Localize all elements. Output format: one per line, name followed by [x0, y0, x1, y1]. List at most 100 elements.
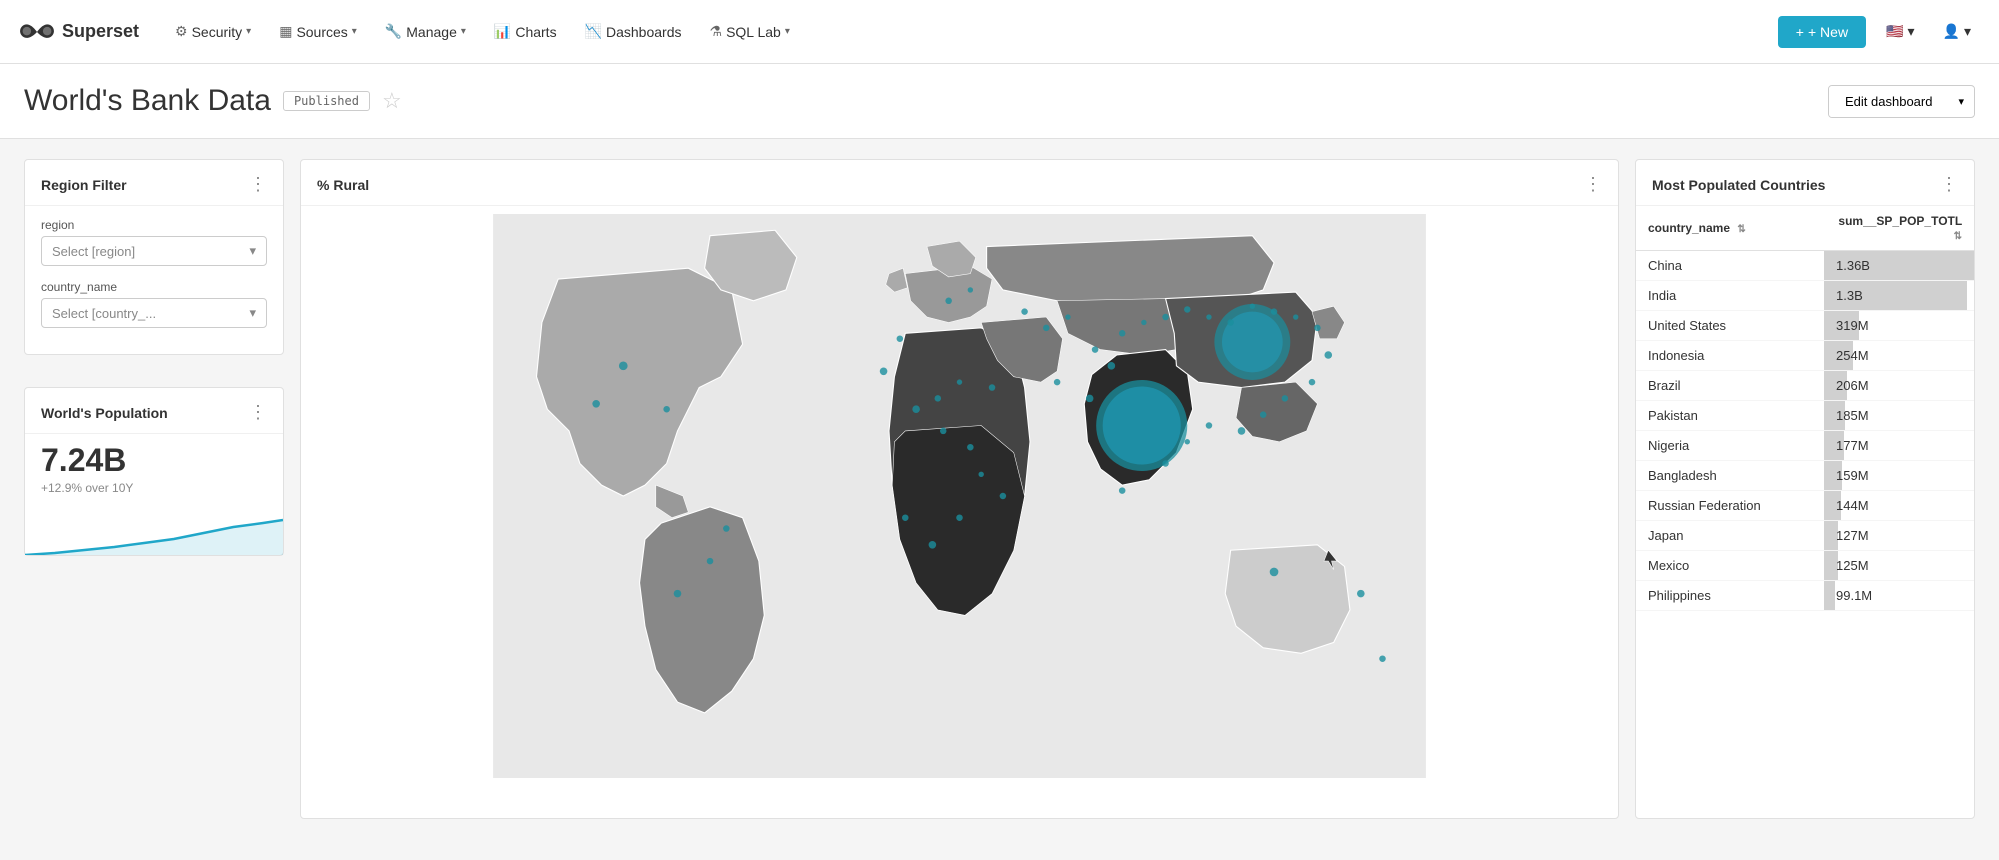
- population-value-cell: 185M: [1824, 401, 1974, 431]
- population-value: 254M: [1836, 348, 1869, 363]
- population-panel: World's Population ⋮ 7.24B +12.9% over 1…: [24, 387, 284, 556]
- security-chevron-icon: ▾: [246, 26, 251, 37]
- sqllab-icon: ⚗: [710, 23, 723, 40]
- population-value: 159M: [1836, 468, 1869, 483]
- sources-icon: ▦: [279, 23, 292, 40]
- brand-name: Superset: [62, 21, 139, 42]
- nav-item-dashboards[interactable]: 📉 Dashboards: [573, 15, 694, 48]
- sparkline-svg: [25, 505, 283, 555]
- language-selector[interactable]: 🇺🇸 ▾: [1878, 19, 1922, 44]
- flag-icon: 🇺🇸: [1886, 23, 1903, 40]
- country-select-value: Select [country_...: [52, 306, 156, 321]
- table-row: United States 319M: [1636, 311, 1974, 341]
- col-population-sort-icon: ⇅: [1954, 231, 1962, 242]
- population-value-cell: 125M: [1824, 551, 1974, 581]
- country-select-chevron-icon: ▾: [249, 305, 256, 321]
- edit-dashboard-button[interactable]: Edit dashboard: [1829, 86, 1948, 117]
- manage-icon: 🔧: [385, 23, 402, 40]
- user-menu[interactable]: 👤 ▾: [1935, 19, 1979, 44]
- edit-dashboard-dropdown-button[interactable]: ▾: [1948, 87, 1974, 116]
- population-value: 1.36B: [1836, 258, 1870, 273]
- nav-item-manage[interactable]: 🔧 Manage ▾: [373, 15, 478, 48]
- region-select[interactable]: Select [region] ▾: [41, 236, 267, 266]
- dashboards-icon: 📉: [585, 23, 602, 40]
- table-row: Japan 127M: [1636, 521, 1974, 551]
- table-row: India 1.3B: [1636, 281, 1974, 311]
- region-filter-menu-icon[interactable]: ⋮: [249, 174, 267, 195]
- brand-logo-link[interactable]: Superset: [20, 21, 139, 43]
- country-name-cell: Japan: [1636, 521, 1824, 551]
- table-panel: Most Populated Countries ⋮ country_name …: [1635, 159, 1975, 819]
- table-header: Most Populated Countries ⋮: [1636, 160, 1974, 206]
- population-value: 144M: [1836, 498, 1869, 513]
- user-icon: 👤: [1943, 23, 1960, 40]
- left-column: Region Filter ⋮ region Select [region] ▾…: [24, 159, 284, 819]
- nav-sqllab-label: SQL Lab: [726, 24, 781, 40]
- region-select-chevron-icon: ▾: [249, 243, 256, 259]
- population-value-cell: 99.1M: [1824, 581, 1974, 611]
- dashboard-title-area: World's Bank Data Published ☆: [24, 84, 402, 118]
- country-label: country_name: [41, 280, 267, 294]
- population-value: 1.3B: [1836, 288, 1863, 303]
- brand-logo-icon: [20, 21, 54, 43]
- population-value: 125M: [1836, 558, 1869, 573]
- population-menu-icon[interactable]: ⋮: [249, 402, 267, 423]
- country-select[interactable]: Select [country_... ▾: [41, 298, 267, 328]
- sqllab-chevron-icon: ▾: [785, 26, 790, 37]
- main-content: Region Filter ⋮ region Select [region] ▾…: [0, 139, 1999, 839]
- charts-icon: 📊: [494, 23, 511, 40]
- nav-manage-label: Manage: [406, 24, 457, 40]
- country-name-cell: Indonesia: [1636, 341, 1824, 371]
- region-label: region: [41, 218, 267, 232]
- country-name-cell: India: [1636, 281, 1824, 311]
- table-row: Bangladesh 159M: [1636, 461, 1974, 491]
- table-row: Mexico 125M: [1636, 551, 1974, 581]
- nav-item-charts[interactable]: 📊 Charts: [482, 15, 569, 48]
- favorite-star-icon[interactable]: ☆: [382, 88, 402, 114]
- population-value-cell: 144M: [1824, 491, 1974, 521]
- new-button[interactable]: + + New: [1778, 16, 1866, 48]
- navbar-right: + + New 🇺🇸 ▾ 👤 ▾: [1778, 16, 1979, 48]
- population-value-cell: 319M: [1824, 311, 1974, 341]
- table-body: country_name ⇅ sum__SP_POP_TOTL ⇅ China …: [1636, 206, 1974, 611]
- table-rows: China 1.36B India 1.3B United States 319…: [1636, 251, 1974, 611]
- nav-sources-label: Sources: [296, 24, 347, 40]
- map-panel: % Rural ⋮: [300, 159, 1619, 819]
- country-name-cell: Brazil: [1636, 371, 1824, 401]
- map-menu-icon[interactable]: ⋮: [1584, 174, 1602, 195]
- population-value-cell: 1.36B: [1824, 251, 1974, 281]
- nav-dashboards-label: Dashboards: [606, 24, 682, 40]
- col-country-label: country_name: [1648, 221, 1730, 235]
- col-country-header[interactable]: country_name ⇅: [1636, 206, 1824, 251]
- population-value: 206M: [1836, 378, 1869, 393]
- population-value: 7.24B: [25, 434, 283, 479]
- world-map-svg: [309, 214, 1610, 778]
- nav-item-sources[interactable]: ▦ Sources ▾: [267, 15, 369, 48]
- user-chevron-icon: ▾: [1964, 23, 1971, 40]
- col-country-sort-icon: ⇅: [1737, 224, 1745, 235]
- manage-chevron-icon: ▾: [461, 26, 466, 37]
- dashboard-header: World's Bank Data Published ☆ Edit dashb…: [0, 64, 1999, 139]
- region-filter-title: Region Filter: [41, 177, 127, 193]
- security-icon: ⚙: [175, 23, 188, 40]
- country-name-cell: United States: [1636, 311, 1824, 341]
- new-button-label: + New: [1808, 24, 1848, 40]
- nav-item-security[interactable]: ⚙ Security ▾: [163, 15, 263, 48]
- sources-chevron-icon: ▾: [352, 26, 357, 37]
- navbar: Superset ⚙ Security ▾ ▦ Sources ▾ 🔧 Mana…: [0, 0, 1999, 64]
- nav-item-sqllab[interactable]: ⚗ SQL Lab ▾: [698, 15, 802, 48]
- col-population-header[interactable]: sum__SP_POP_TOTL ⇅: [1824, 206, 1974, 251]
- col-population-label: sum__SP_POP_TOTL: [1838, 214, 1962, 228]
- new-plus-icon: +: [1796, 24, 1804, 40]
- table-menu-icon[interactable]: ⋮: [1940, 174, 1958, 195]
- country-name-cell: Mexico: [1636, 551, 1824, 581]
- population-change: +12.9% over 10Y: [25, 479, 283, 505]
- country-name-cell: Russian Federation: [1636, 491, 1824, 521]
- table-row: Nigeria 177M: [1636, 431, 1974, 461]
- status-badge: Published: [283, 91, 370, 111]
- table-row: Indonesia 254M: [1636, 341, 1974, 371]
- edit-dashboard-controls: Edit dashboard ▾: [1828, 85, 1975, 118]
- region-filter-panel: Region Filter ⋮ region Select [region] ▾…: [24, 159, 284, 355]
- region-select-value: Select [region]: [52, 244, 135, 259]
- language-chevron-icon: ▾: [1908, 23, 1915, 40]
